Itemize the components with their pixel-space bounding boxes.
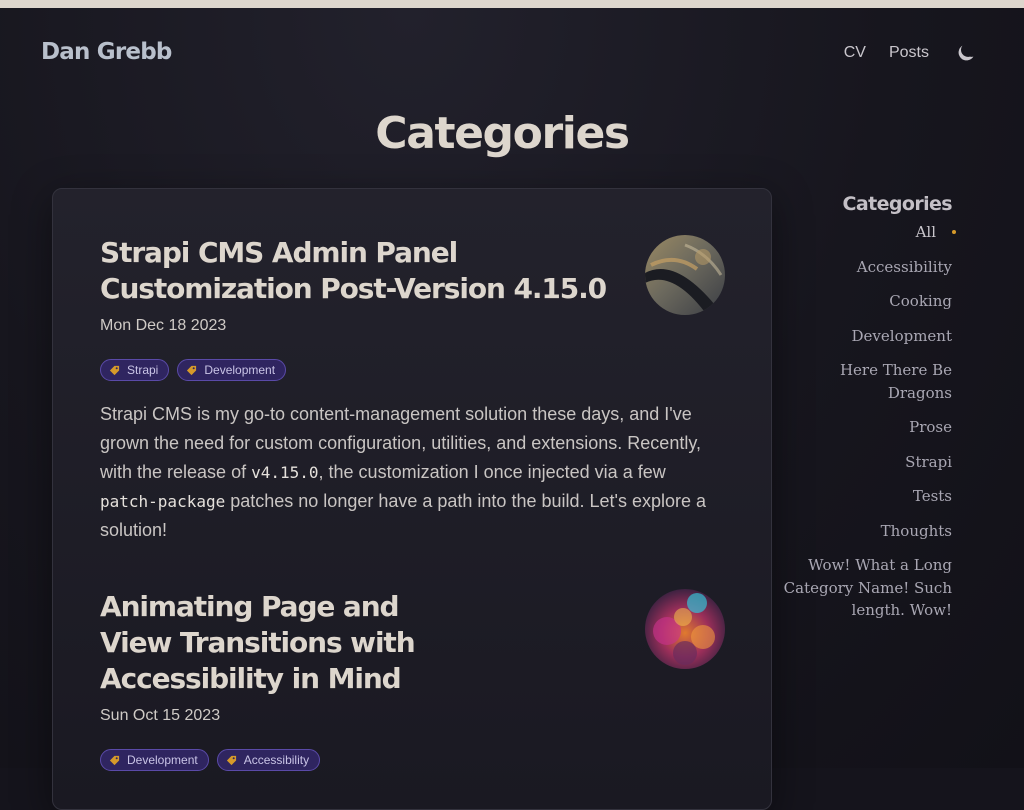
category-item-prose[interactable]: Prose [780,416,952,439]
nav-posts-link[interactable]: Posts [889,44,929,62]
tag-icon [109,755,120,765]
tag-chip[interactable]: Strapi [100,359,170,381]
categories-sidebar: Categories All Accessibility Cooking Dev… [780,193,956,634]
category-item-long-name[interactable]: Wow! What a Long Category Name! Such len… [780,554,952,622]
tag-label: Development [204,363,276,377]
post-date: Mon Dec 18 2023 [100,317,227,334]
post-excerpt: Strapi CMS is my go-to content-managemen… [100,400,725,545]
post-thumbnail[interactable] [645,235,725,315]
tag-label: Development [127,753,198,767]
category-label: All [915,223,936,241]
sidebar-title: Categories [842,193,953,215]
tag-icon [109,365,120,375]
category-item-accessibility[interactable]: Accessibility [780,256,952,279]
site-header: Dan Grebb CV Posts [0,8,1024,100]
tag-icon [187,365,197,375]
site-brand[interactable]: Dan Grebb [41,39,172,65]
inline-code: patch-package [100,492,226,511]
category-item-tests[interactable]: Tests [780,485,952,508]
tag-label: Accessibility [243,753,310,767]
category-item-strapi[interactable]: Strapi [780,451,952,474]
post-thumbnail[interactable] [645,589,725,669]
category-item-development[interactable]: Development [780,325,952,348]
nav-cv-link[interactable]: CV [844,44,866,62]
category-item-all[interactable]: All [780,221,956,244]
category-list: All Accessibility Cooking Development He… [780,221,956,622]
tag-icon [226,755,236,765]
tag-label: Strapi [127,363,159,377]
active-dot-icon [952,230,956,234]
excerpt-text: , the customization I once injected via … [318,462,666,482]
inline-code: v4.15.0 [251,463,319,482]
page-title: Categories [375,108,630,159]
moon-icon[interactable] [956,43,976,63]
category-item-cooking[interactable]: Cooking [780,290,952,313]
category-item-thoughts[interactable]: Thoughts [780,520,952,543]
post-tags: Strapi Development [100,359,725,381]
post-title-link[interactable]: Strapi CMS Admin Panel Customization Pos… [100,235,610,307]
post-item: Strapi CMS Admin Panel Customization Pos… [100,235,725,545]
main-nav: CV Posts [844,43,976,63]
posts-card: Strapi CMS Admin Panel Customization Pos… [52,188,772,810]
top-accent-bar [0,0,1024,8]
post-title-link[interactable]: Animating Page and View Transitions with… [100,589,430,697]
post-item: Animating Page and View Transitions with… [100,589,725,771]
tag-chip[interactable]: Development [177,359,287,381]
post-date: Sun Oct 15 2023 [100,707,221,724]
category-item-dragons[interactable]: Here There Be Dragons [780,359,952,404]
